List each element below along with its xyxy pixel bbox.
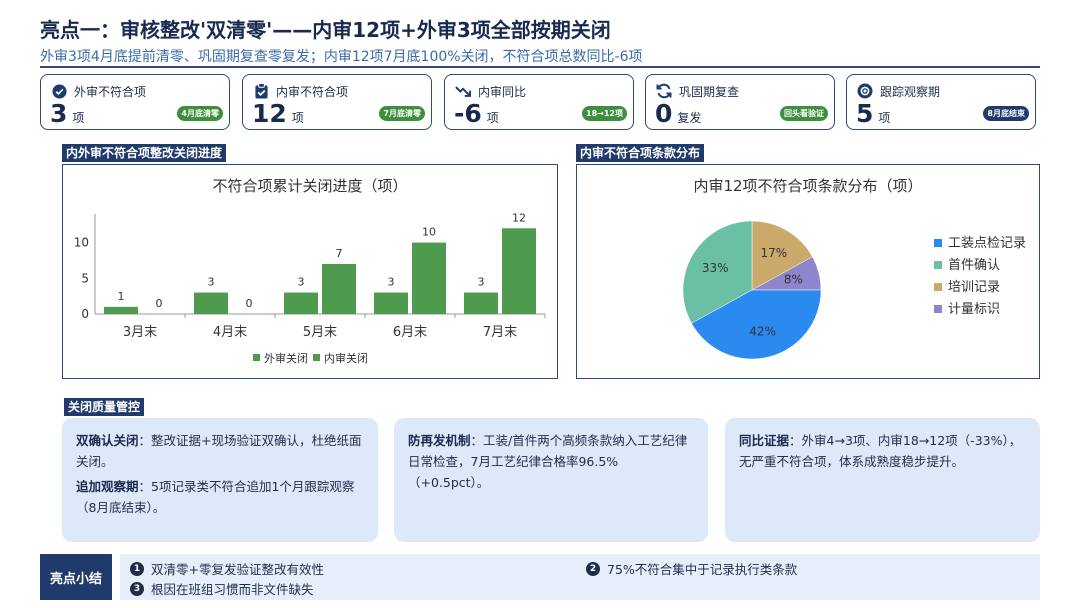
trend-down-icon [455,83,471,99]
quality-card-dual-confirm: 双确认关闭：整改证据+现场验证双确认，杜绝纸面关闭。 追加观察期：5项记录类不符… [62,418,378,542]
section-tag-quality: 关闭质量管控 [64,398,145,416]
number-badge-icon: 2 [586,561,600,576]
bar [284,292,318,314]
kpi-label: 跟踪观察期 [880,85,941,99]
legend-label: 工装点检记录 [948,236,1026,251]
data-label: 3 [478,276,485,289]
quality-item: 追加观察期：5项记录类不符合追加1个月跟踪观察（8月底结束）。 [76,479,355,515]
kpi-label: 外审不符合项 [74,85,147,99]
legend-swatch [934,261,942,269]
kpi-value: -6 项 [454,99,499,128]
kpi-value: 5项 [856,99,891,128]
data-label: 10 [422,226,436,239]
bar [104,306,138,314]
chart-title: 内审12项不符合项条款分布（项） [693,177,922,195]
data-label: 12 [512,211,526,224]
kpi-value: 0 复发 [655,99,702,128]
data-label: 7 [336,247,343,260]
y-tick-label: 0 [81,307,89,321]
bar-chart-panel: 不符合项累计关闭进度（项） 0 5 10 1 0 3月末 3 0 4月末 3 7 5月末 3 10 6月末 3 1… [62,164,558,379]
slice-label: 33% [702,261,729,275]
y-tick-label: 10 [74,236,89,250]
summary-item: 1 双清零+零复发验证整改有效性 [130,559,324,578]
legend-label: 培训记录 [948,279,1000,295]
number-badge-icon: 3 [130,581,144,596]
kpi-card-external-nc: 外审不符合项 3项 4月底清零 [40,74,230,130]
bar [464,292,498,314]
summary-box: 1 双清零+零复发验证整改有效性 2 75%不符合集中于记录执行类条款 3 根因在班组… [120,554,1040,600]
data-label: 3 [208,276,215,289]
legend-swatch [934,283,942,291]
bar [194,292,228,314]
summary-item: 2 75%不符合集中于记录执行类条款 [586,559,797,578]
summary-item: 3 根因在班组习惯而非文件缺失 [130,579,314,598]
clipboard-check-icon [253,83,269,99]
legend-label: 内审关闭 [324,351,368,365]
pie-chart: 内审12项不符合项条款分布（项） 17% 8% 42% 33% 工装点检记录首件确认培训记… [682,177,1026,360]
quality-card-evidence: 同比证据：外审4→3项、内审18→12项（-33%），无严重不符合项，体系成熟度… [725,418,1040,542]
kpi-label: 内审同比 [478,85,527,99]
status-badge: 8月底结束 [983,106,1029,121]
bar [322,264,356,314]
data-label: 0 [156,297,163,310]
data-label: 3 [388,276,395,289]
page-title: 亮点一：审核整改'双清零'——内审12项+外审3项全部按期关闭 [40,18,611,42]
x-tick-label: 4月末 [213,325,247,340]
data-label: 0 [246,297,253,310]
check-circle-icon [51,83,67,99]
page-subtitle: 外审3项4月底提前清零、巩固期复查零复发；内审12项7月底100%关闭，不符合项… [40,49,643,65]
x-tick-label: 7月末 [483,325,517,340]
legend-swatch [934,239,942,247]
bar [374,292,408,314]
slice-label: 42% [749,324,776,338]
slice-label: 8% [784,272,803,286]
status-badge: 回头看验证 [780,106,828,121]
legend-swatch [253,354,260,361]
status-badge: 18→12项 [582,106,627,121]
number-badge-icon: 1 [130,561,144,576]
x-tick-label: 5月末 [303,325,337,340]
legend-label: 首件确认 [948,258,1000,273]
pie-chart-panel: 内审12项不符合项条款分布（项） 17% 8% 42% 33% 工装点检记录 首件确认培训记… [576,164,1040,379]
status-badge: 4月底清零 [177,106,223,121]
kpi-value: 3项 [50,99,85,128]
legend-label: 计量标识 [948,302,1000,317]
kpi-value: 12 项 [252,99,304,128]
x-tick-label: 3月末 [123,325,157,340]
bar-chart: 不符合项累计关闭进度（项）0510103月末304月末375月末3106月末31… [74,177,546,365]
summary-label: 亮点小结 [40,554,112,600]
data-label: 1 [118,290,125,303]
legend-swatch [934,305,942,313]
chart-title: 不符合项累计关闭进度（项） [212,177,407,195]
slice-label: 17% [760,246,787,260]
kpi-card-internal-nc: 内审不符合项 12 项 7月底清零 [242,74,432,130]
kpi-label: 巩固期复查 [679,85,740,99]
kpi-label: 内审不符合项 [276,85,349,99]
quality-item: 双确认关闭：整改证据+现场验证双确认，杜绝纸面关闭。 [76,433,362,469]
title-divider [40,66,1040,68]
section-tag-progress: 内外审不符合项整改关闭进度 [62,144,227,162]
kpi-card-yoy: 内审同比 -6 项 18→12项 [444,74,634,130]
legend-label: 外审关闭 [264,351,308,365]
eye-icon [857,83,873,99]
status-badge: 7月底清零 [379,106,425,121]
y-tick-label: 5 [81,271,89,285]
bar [412,242,446,314]
refresh-icon [656,83,672,99]
legend-swatch [313,354,320,361]
data-label: 3 [298,276,305,289]
quality-item: 防再发机制：工装/首件两个高频条款纳入工艺纪律日常检查，7月工艺纪律合格率96.… [408,433,688,490]
x-tick-label: 6月末 [393,325,427,340]
quality-card-prevention: 防再发机制：工装/首件两个高频条款纳入工艺纪律日常检查，7月工艺纪律合格率96.… [394,418,708,542]
kpi-card-recheck: 巩固期复查 0 复发 回头看验证 [645,74,835,130]
section-tag-distribution: 内审不符合项条款分布 [576,144,705,162]
quality-item: 同比证据：外审4→3项、内审18→12项（-33%），无严重不符合项，体系成熟度… [739,433,1022,469]
bar [502,228,536,314]
kpi-card-observation: 跟踪观察期 5项 8月底结束 [846,74,1036,130]
